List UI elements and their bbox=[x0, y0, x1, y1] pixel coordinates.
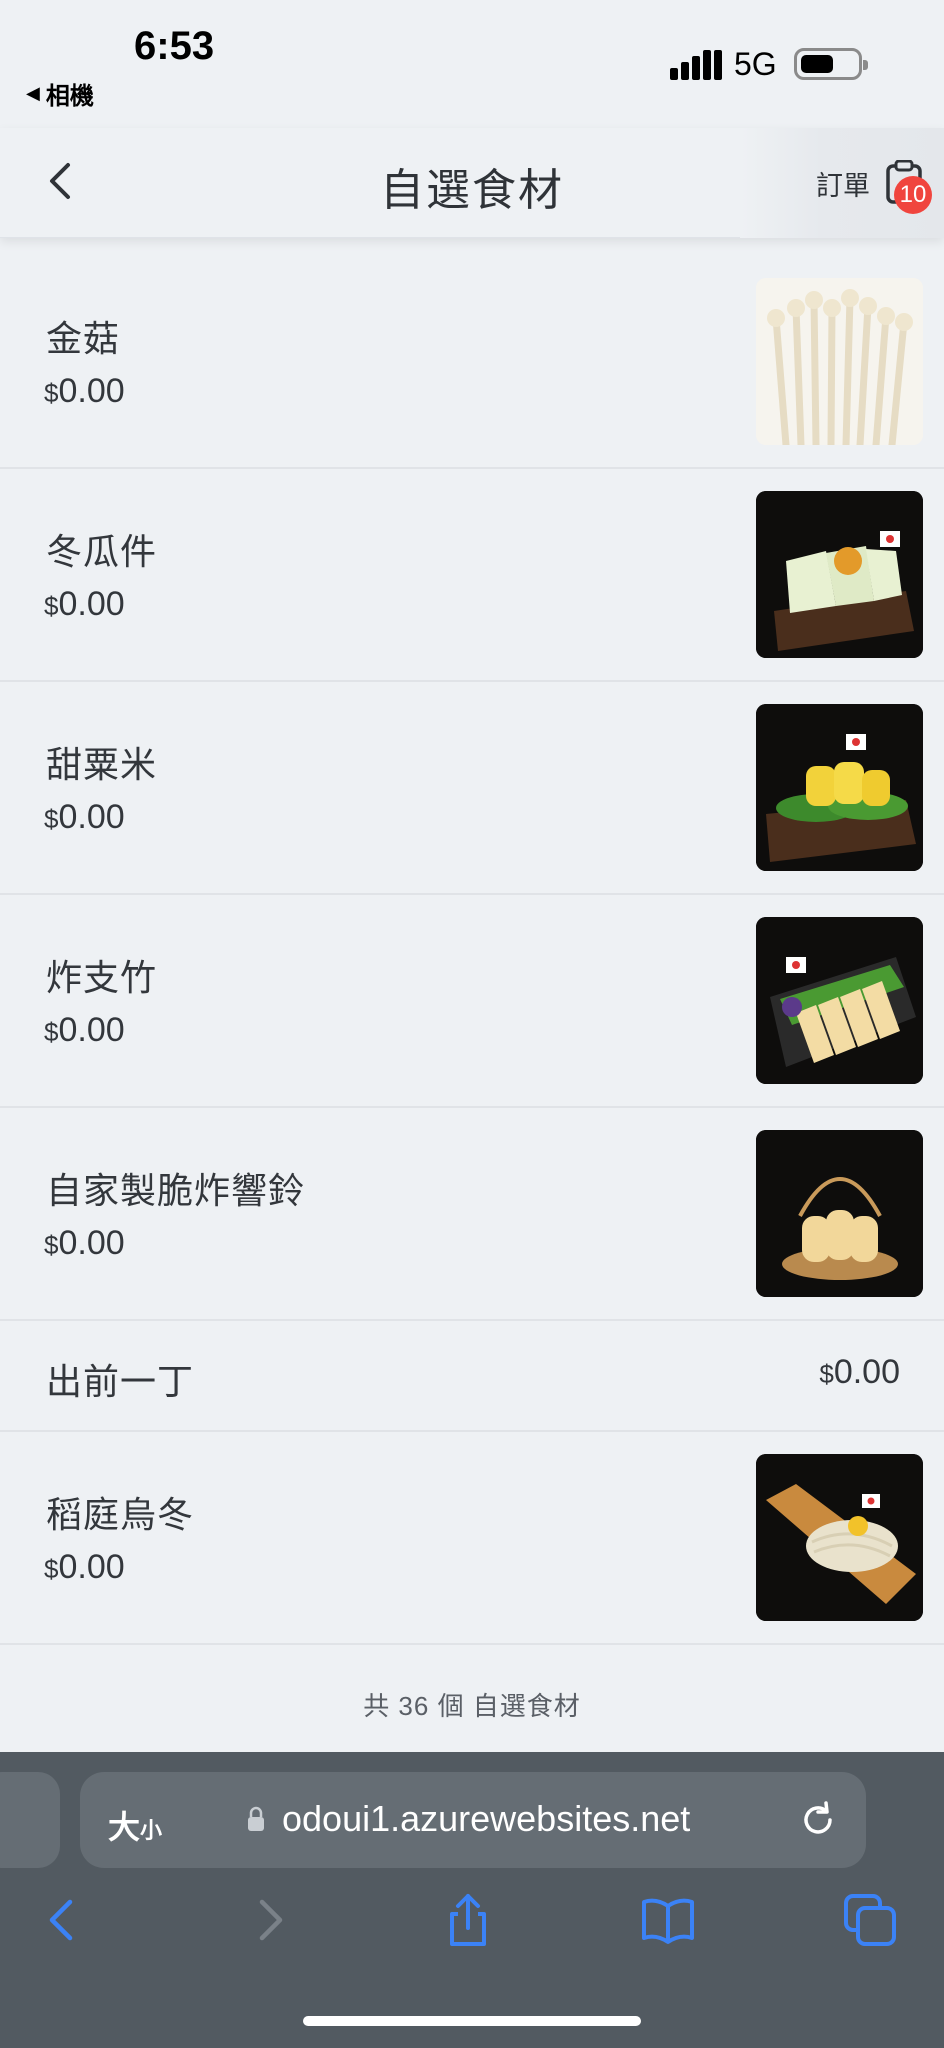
list-item[interactable]: 金菇 $0.00 bbox=[0, 256, 944, 469]
home-indicator bbox=[303, 2016, 641, 2026]
item-price: $0.00 bbox=[44, 585, 125, 623]
item-name: 出前一丁 bbox=[46, 1361, 195, 1402]
fried-beancurd-stick-image bbox=[756, 917, 923, 1084]
lock-icon bbox=[248, 1806, 264, 1831]
winter-melon-image bbox=[756, 491, 923, 658]
list-item[interactable]: 稻庭烏冬 $0.00 bbox=[0, 1432, 944, 1645]
item-name: 炸支竹 bbox=[46, 957, 158, 998]
battery-icon bbox=[794, 48, 868, 80]
bookmarks-icon[interactable] bbox=[640, 1892, 696, 1948]
status-bar: 6:53 ◀ 相機 5G bbox=[0, 0, 944, 128]
reload-icon[interactable] bbox=[796, 1798, 840, 1842]
clock: 6:53 bbox=[134, 24, 215, 68]
address-bar[interactable]: 大小 odoui1.azurewebsites.net bbox=[80, 1772, 866, 1868]
item-name: 甜粟米 bbox=[46, 744, 158, 785]
item-price: $0.00 bbox=[44, 372, 125, 410]
back-triangle-icon: ◀ bbox=[26, 83, 40, 103]
enoki-mushroom-image bbox=[756, 278, 923, 445]
back-app-label: 相機 bbox=[45, 83, 94, 110]
inaniwa-udon-image bbox=[756, 1454, 923, 1621]
network-type: 5G bbox=[734, 46, 777, 82]
list-item[interactable]: 出前一丁 $0.00 bbox=[0, 1321, 944, 1432]
list-item[interactable]: 甜粟米 $0.00 bbox=[0, 682, 944, 895]
ingredient-list: 金菇 $0.00 冬瓜件 $0.00 甜粟米 $0.00 炸支竹 $0.00 自… bbox=[0, 256, 944, 1645]
sweet-corn-image bbox=[756, 704, 923, 871]
crispy-beancurd-roll-image bbox=[756, 1130, 923, 1297]
list-item[interactable]: 炸支竹 $0.00 bbox=[0, 895, 944, 1108]
share-icon[interactable] bbox=[440, 1892, 496, 1948]
item-count-text: 共 36 個 自選食材 bbox=[363, 1691, 581, 1721]
item-price: $0.00 bbox=[44, 798, 125, 836]
url-text: odoui1.azurewebsites.net bbox=[282, 1798, 691, 1839]
browser-forward-icon[interactable] bbox=[240, 1892, 296, 1948]
order-count-badge: 10 bbox=[894, 176, 932, 214]
item-name: 金菇 bbox=[46, 318, 121, 359]
list-item[interactable]: 冬瓜件 $0.00 bbox=[0, 469, 944, 682]
item-name: 自家製脆炸響鈴 bbox=[46, 1170, 306, 1211]
item-price: $0.00 bbox=[44, 1224, 125, 1262]
tabs-icon[interactable] bbox=[842, 1892, 898, 1948]
previous-tab-peek[interactable] bbox=[0, 1772, 60, 1868]
order-label: 訂單 bbox=[816, 171, 870, 201]
item-price: $0.00 bbox=[44, 1011, 125, 1049]
back-to-app-link[interactable]: ◀ 相機 bbox=[26, 76, 94, 111]
browser-toolbar: 大小 odoui1.azurewebsites.net bbox=[0, 1752, 944, 2048]
item-name: 稻庭烏冬 bbox=[46, 1494, 195, 1535]
signal-strength-icon bbox=[670, 50, 722, 80]
page-format-button[interactable]: 大小 bbox=[108, 1802, 162, 1848]
browser-back-icon[interactable] bbox=[36, 1892, 92, 1948]
item-name: 冬瓜件 bbox=[46, 531, 158, 572]
navigation-bar: 自選食材 訂單 10 bbox=[0, 128, 944, 238]
item-price: $0.00 bbox=[44, 1548, 125, 1586]
order-button[interactable]: 訂單 10 bbox=[740, 128, 944, 238]
list-item[interactable]: 自家製脆炸響鈴 $0.00 bbox=[0, 1108, 944, 1321]
item-price: $0.00 bbox=[819, 1353, 900, 1391]
